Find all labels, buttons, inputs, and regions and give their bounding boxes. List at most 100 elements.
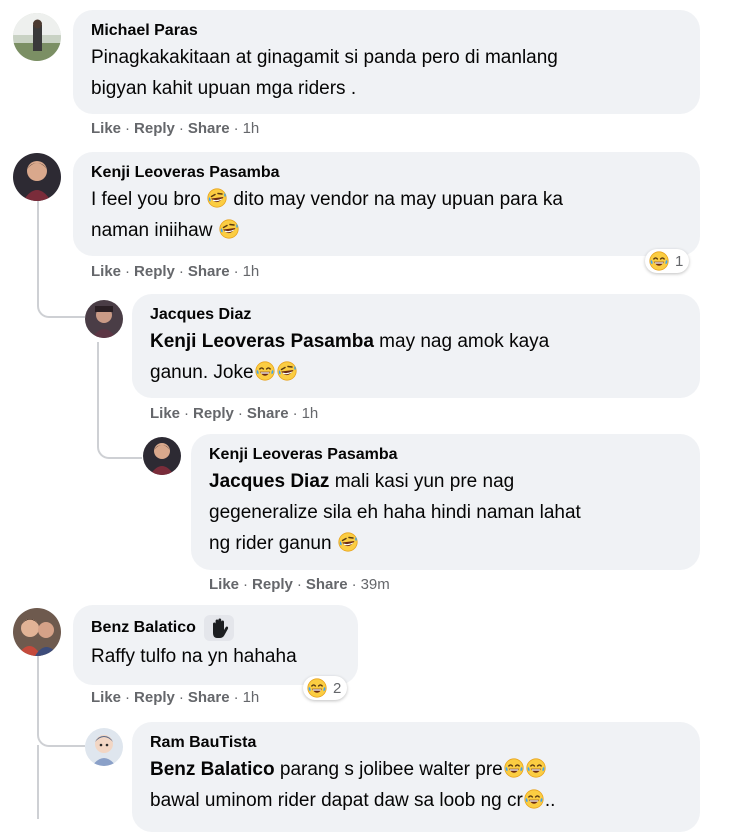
text-segment: may nag amok kaya <box>379 331 550 352</box>
text-segment: bawal uminom rider dapat daw sa loob ng … <box>150 790 523 811</box>
comment-line: naman iniihaw <box>91 215 682 246</box>
comment-bubble: Ram BauTista Benz Balatico parang s joli… <box>132 722 700 832</box>
avatar[interactable] <box>143 437 181 475</box>
comment-author[interactable]: Kenji Leoveras Pasamba <box>209 444 398 466</box>
timestamp[interactable]: 1h <box>243 263 260 280</box>
comment-bubble: Michael Paras Pinagkakakitaan at ginagam… <box>73 10 700 114</box>
joy-emoji-icon <box>523 789 544 809</box>
separator: · <box>178 120 184 137</box>
text-segment: ng rider ganun <box>209 533 332 554</box>
rofl-emoji-icon <box>337 532 358 552</box>
text-segment: ganun. Joke <box>150 362 254 383</box>
comment-author[interactable]: Benz Balatico <box>91 617 196 639</box>
text-segment: I feel you bro <box>91 189 201 210</box>
comment-author[interactable]: Jacques Diaz <box>150 304 251 326</box>
timestamp[interactable]: 39m <box>361 576 390 593</box>
like-button[interactable]: Like <box>91 120 121 137</box>
separator: · <box>125 689 131 706</box>
comment-line: ganun. Joke <box>150 357 682 388</box>
comment-text: Jacques Diaz mali kasi yun pre nag gegen… <box>209 466 682 559</box>
reply-button[interactable]: Reply <box>134 120 175 137</box>
joy-emoji-icon <box>525 758 546 778</box>
like-button[interactable]: Like <box>209 576 239 593</box>
text-segment: .. <box>544 790 556 811</box>
comment-actions: Like · Reply · Share · 1h <box>91 120 259 137</box>
comment-line: Raffy tulfo na yn hahaha <box>91 646 297 667</box>
text-segment: parang s jolibee walter pre <box>279 759 503 780</box>
thread-line <box>37 745 39 819</box>
comment-line: bawal uminom rider dapat daw sa loob ng … <box>150 785 682 816</box>
share-button[interactable]: Share <box>188 689 230 706</box>
separator: · <box>184 405 190 422</box>
comment-line: Kenji Leoveras Pasamba may nag amok kaya <box>150 326 682 357</box>
comment-bubble: Kenji Leoveras Pasamba I feel you bro di… <box>73 152 700 256</box>
comment-line: ng rider ganun <box>209 528 682 559</box>
top-fan-badge[interactable] <box>203 615 234 641</box>
haha-reaction-icon <box>307 678 327 698</box>
comment-text: I feel you bro dito may vendor na may up… <box>91 184 682 246</box>
like-button[interactable]: Like <box>91 263 121 280</box>
reaction-summary[interactable]: 2 <box>303 676 348 700</box>
comment-line: Pinagkakakitaan at ginagamit si panda pe… <box>91 47 558 68</box>
like-button[interactable]: Like <box>91 689 121 706</box>
separator: · <box>243 576 249 593</box>
text-segment: dito may vendor na may upuan para ka <box>233 189 563 210</box>
separator: · <box>233 263 239 280</box>
comment-line: bigyan kahit upuan mga riders . <box>91 78 357 99</box>
comment-actions: Like · Reply · Share · 39m <box>209 576 390 593</box>
timestamp[interactable]: 1h <box>243 120 260 137</box>
comment-author[interactable]: Ram BauTista <box>150 732 256 754</box>
comment-author[interactable]: Kenji Leoveras Pasamba <box>91 162 280 184</box>
avatar[interactable] <box>13 153 61 201</box>
timestamp[interactable]: 1h <box>243 689 260 706</box>
comment-bubble: Benz Balatico Raffy tulfo na yn hahaha <box>73 605 358 685</box>
comment-bubble: Kenji Leoveras Pasamba Jacques Diaz mali… <box>191 434 700 570</box>
mention-link[interactable]: Kenji Leoveras Pasamba <box>150 331 374 352</box>
comment-bubble: Jacques Diaz Kenji Leoveras Pasamba may … <box>132 294 700 398</box>
share-button[interactable]: Share <box>306 576 348 593</box>
haha-reaction-icon <box>649 251 669 271</box>
comment-line: Benz Balatico parang s jolibee walter pr… <box>150 754 682 785</box>
joy-emoji-icon <box>503 758 524 778</box>
mention-link[interactable]: Jacques Diaz <box>209 471 329 492</box>
comment-line: I feel you bro dito may vendor na may up… <box>91 184 682 215</box>
comment-actions: Like · Reply · Share · 1h <box>150 405 318 422</box>
separator: · <box>178 689 184 706</box>
comment-text: Benz Balatico parang s jolibee walter pr… <box>150 754 682 816</box>
share-button[interactable]: Share <box>188 263 230 280</box>
separator: · <box>178 263 184 280</box>
like-button[interactable]: Like <box>150 405 180 422</box>
separator: · <box>351 576 357 593</box>
separator: · <box>233 689 239 706</box>
separator: · <box>125 120 131 137</box>
timestamp[interactable]: 1h <box>302 405 319 422</box>
mention-link[interactable]: Benz Balatico <box>150 759 275 780</box>
separator: · <box>296 576 302 593</box>
text-segment: naman iniihaw <box>91 220 213 241</box>
share-button[interactable]: Share <box>247 405 289 422</box>
rofl-emoji-icon <box>207 188 228 208</box>
comment-text: Kenji Leoveras Pasamba may nag amok kaya… <box>150 326 682 388</box>
comment-actions: Like · Reply · Share · 1h <box>91 689 259 706</box>
comment-text: Pinagkakakitaan at ginagamit si panda pe… <box>91 42 682 104</box>
avatar[interactable] <box>85 728 123 766</box>
separator: · <box>125 263 131 280</box>
text-segment: mali kasi yun pre nag <box>334 471 515 492</box>
reply-button[interactable]: Reply <box>134 689 175 706</box>
share-button[interactable]: Share <box>188 120 230 137</box>
comment-text: Raffy tulfo na yn hahaha <box>91 641 340 672</box>
reaction-count: 2 <box>333 679 342 697</box>
avatar[interactable] <box>85 300 123 338</box>
avatar[interactable] <box>13 608 61 656</box>
reply-button[interactable]: Reply <box>252 576 293 593</box>
reaction-count: 1 <box>675 252 684 270</box>
separator: · <box>292 405 298 422</box>
comment-author[interactable]: Michael Paras <box>91 20 198 42</box>
comment-line: gegeneralize sila eh haha hindi naman la… <box>209 502 581 523</box>
reaction-summary[interactable]: 1 <box>645 249 690 273</box>
reply-button[interactable]: Reply <box>134 263 175 280</box>
reply-button[interactable]: Reply <box>193 405 234 422</box>
comment-header: Benz Balatico <box>91 615 340 641</box>
rofl-emoji-icon <box>218 219 239 239</box>
avatar[interactable] <box>13 13 61 61</box>
